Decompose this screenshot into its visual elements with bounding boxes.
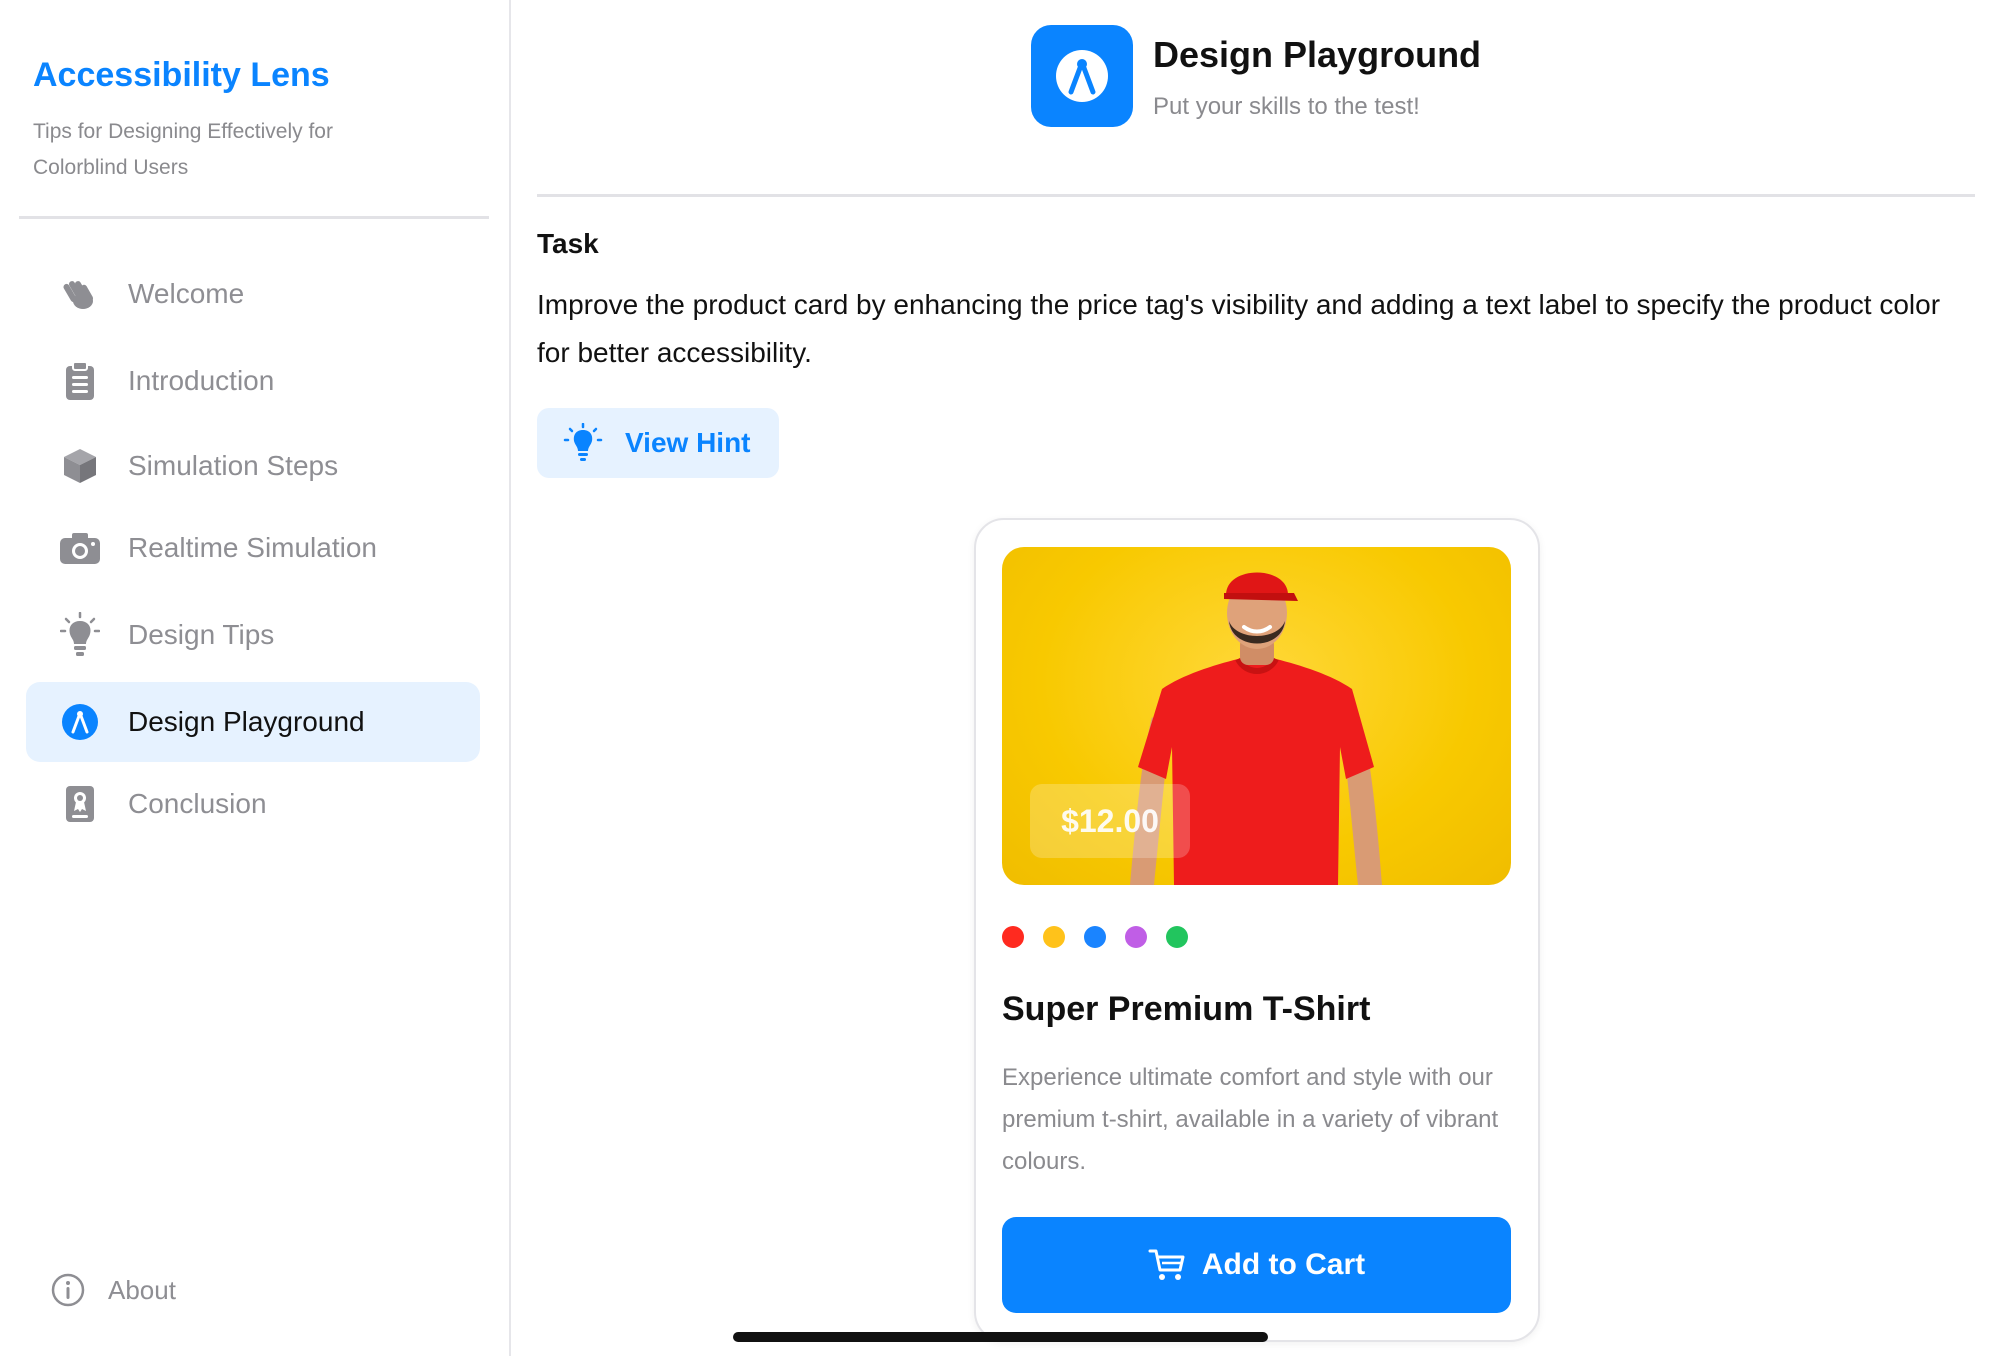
lightbulb-icon: [563, 423, 603, 461]
sidebar-item-label: Design Tips: [128, 619, 275, 650]
sidebar-item-label: Conclusion: [128, 788, 267, 819]
home-indicator[interactable]: [733, 1332, 1268, 1342]
about-button[interactable]: About: [50, 1270, 210, 1310]
sidebar-item-introduction[interactable]: Introduction: [26, 341, 480, 421]
certificate-icon: [58, 782, 102, 826]
product-description: Experience ultimate comfort and style wi…: [1002, 1064, 1499, 1175]
sidebar-item-label: Design Playground: [128, 706, 365, 737]
swatch-blue[interactable]: [1084, 926, 1106, 948]
task-description: Improve the product card by enhancing th…: [537, 289, 1941, 368]
sidebar-item-realtime-simulation[interactable]: Realtime Simulation: [26, 508, 480, 588]
product-title: Super Premium T-Shirt: [1002, 990, 1371, 1028]
page-subtitle: Put your skills to the test!: [1153, 93, 1420, 120]
app-subtitle: Tips for Designing Effectively for Color…: [33, 120, 333, 179]
compass-icon: [58, 700, 102, 744]
page-title: Design Playground: [1153, 34, 1482, 75]
product-image: $12.00: [1002, 547, 1511, 885]
sidebar-item-conclusion[interactable]: Conclusion: [26, 764, 480, 844]
app-title: Accessibility Lens: [33, 56, 330, 94]
product-card: $12.00 Super Premium T-Shirt Experience …: [974, 518, 1540, 1342]
camera-icon: [58, 526, 102, 570]
view-hint-label: View Hint: [625, 427, 751, 458]
header-divider: [537, 194, 1975, 197]
task-heading: Task: [537, 228, 599, 259]
lightbulb-icon: [58, 612, 102, 657]
clipboard-icon: [58, 359, 102, 403]
view-hint-button[interactable]: View Hint: [537, 408, 779, 478]
sidebar-item-welcome[interactable]: Welcome: [26, 254, 480, 334]
sidebar-item-label: Introduction: [128, 365, 275, 396]
add-to-cart-label: Add to Cart: [1201, 1248, 1366, 1281]
price-label: $12.00: [1061, 802, 1159, 839]
swatch-red[interactable]: [1002, 926, 1024, 948]
swatch-yellow[interactable]: [1043, 926, 1065, 948]
sidebar-divider: [19, 216, 489, 219]
sidebar-item-design-tips[interactable]: Design Tips: [26, 595, 480, 675]
cube-icon: [58, 444, 102, 488]
sidebar-item-design-playground[interactable]: Design Playground: [26, 682, 480, 762]
compass-icon: [1031, 25, 1133, 127]
price-tag: $12.00: [1030, 784, 1190, 858]
sidebar-item-label: Realtime Simulation: [128, 532, 377, 563]
sidebar-item-label: Simulation Steps: [128, 450, 339, 481]
swatch-purple[interactable]: [1125, 926, 1147, 948]
sidebar-item-simulation-steps[interactable]: Simulation Steps: [26, 426, 480, 506]
hand-wave-icon: [58, 272, 102, 316]
info-icon: [51, 1273, 85, 1307]
swatch-green[interactable]: [1166, 926, 1188, 948]
add-to-cart-button[interactable]: Add to Cart: [1002, 1217, 1511, 1313]
sidebar-item-label: Welcome: [128, 278, 245, 309]
cart-icon: [1148, 1249, 1185, 1280]
sidebar: Accessibility Lens Tips for Designing Ef…: [0, 0, 511, 1356]
about-label: About: [108, 1274, 176, 1305]
